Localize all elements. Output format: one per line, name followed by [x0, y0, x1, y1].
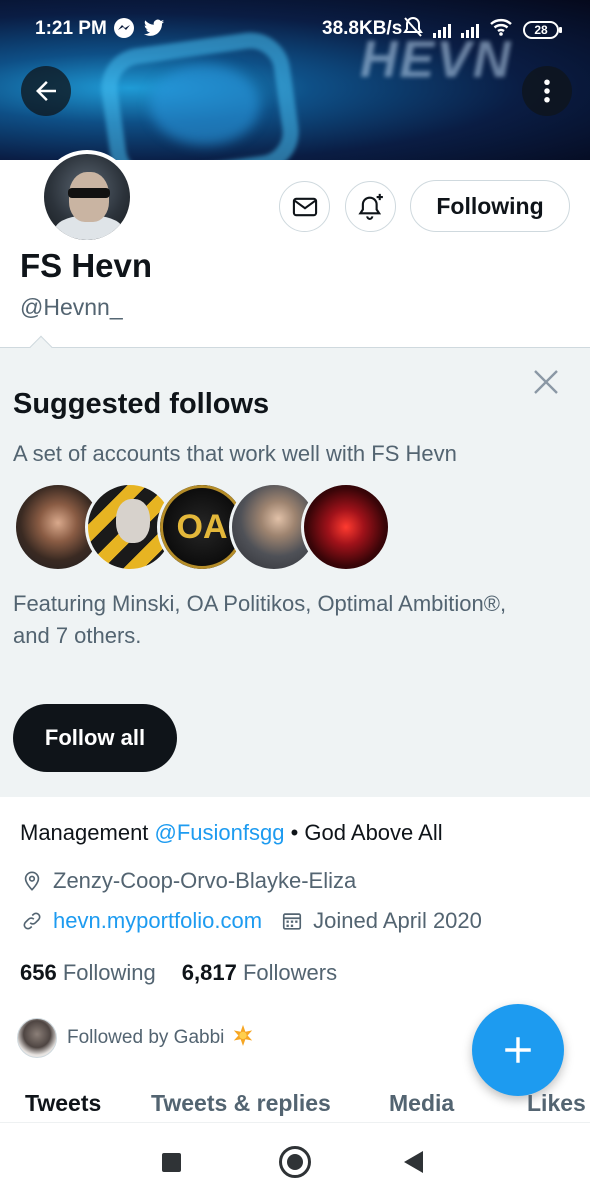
message-button[interactable]: [279, 181, 330, 232]
calendar-icon: [280, 909, 304, 933]
tab-media[interactable]: Media: [389, 1090, 454, 1117]
back-arrow-icon: [36, 81, 56, 101]
mail-icon: [292, 197, 317, 216]
suggested-follows-title: Suggested follows: [13, 388, 270, 420]
compose-tweet-button[interactable]: [472, 1004, 564, 1096]
follower-avatar: [17, 1018, 57, 1058]
tab-tweets[interactable]: Tweets: [25, 1090, 101, 1117]
system-nav-bar: [0, 1122, 590, 1200]
profile-handle: @Hevnn_: [20, 294, 123, 320]
profile-tabs: Tweets Tweets & replies Media Likes: [0, 1086, 590, 1122]
back-button[interactable]: [21, 66, 71, 116]
joined-text: Joined April 2020: [313, 908, 482, 933]
suggested-follows-card: Suggested follows A set of accounts that…: [0, 335, 590, 797]
bio-text: Management: [20, 820, 155, 845]
joined-date: Joined April 2020: [280, 908, 482, 934]
suggested-avatar: [301, 482, 391, 572]
profile-display-name: FS Hevn: [20, 247, 153, 284]
follow-all-button[interactable]: Follow all: [13, 704, 177, 772]
followers-count-link[interactable]: 6,817 Followers: [182, 960, 337, 986]
back-triangle-icon[interactable]: [404, 1151, 423, 1173]
following-count-link[interactable]: 656 Following: [20, 960, 156, 986]
following-count: 656: [20, 960, 57, 985]
location-text: Zenzy-Coop-Orvo-Blayke-Eliza: [53, 868, 357, 893]
profile-bio: Management @Fusionfsgg • God Above All: [20, 820, 443, 846]
wifi-icon: [489, 17, 513, 43]
location-pin-icon: [20, 869, 44, 893]
battery-icon: 28: [523, 21, 562, 39]
status-time: 1:21 PM: [35, 18, 107, 39]
followers-count: 6,817: [181, 960, 237, 985]
following-button[interactable]: Following: [410, 180, 570, 232]
following-label: Following: [62, 960, 156, 985]
recents-square-icon[interactable]: [162, 1153, 181, 1172]
notifications-button[interactable]: [345, 181, 396, 232]
dismiss-suggestions-button[interactable]: [530, 366, 562, 398]
featuring-text: Featuring Minski, OA Politikos, Optimal …: [13, 591, 507, 648]
home-circle-icon[interactable]: [279, 1146, 311, 1178]
star-emoji-icon: [232, 1024, 254, 1052]
website-link[interactable]: hevn.myportfolio.com: [53, 908, 262, 934]
banner-logo-glow: [150, 65, 260, 145]
signal-icon: [461, 22, 479, 38]
suggested-follows-subtitle: A set of accounts that work well with FS…: [13, 441, 457, 466]
plus-icon: [505, 1037, 531, 1063]
close-icon: [534, 370, 558, 394]
follow-counts: 656 Following 6,817 Followers: [20, 960, 337, 986]
followers-label: Followers: [242, 960, 338, 985]
more-options-button[interactable]: [522, 66, 572, 116]
followed-by-text: Followed by Gabbi: [67, 1027, 225, 1048]
twitter-icon: [143, 17, 165, 45]
bio-text: • God Above All: [284, 820, 443, 845]
bell-plus-icon: [357, 193, 383, 220]
link-icon: [20, 909, 44, 933]
mute-bell-icon: [403, 16, 423, 44]
followed-by-row[interactable]: Followed by Gabbi: [17, 1018, 254, 1058]
profile-avatar[interactable]: [40, 150, 134, 244]
network-speed: 38.8KB/s: [322, 18, 403, 39]
bio-mention-link[interactable]: @Fusionfsgg: [155, 820, 285, 845]
signal-icon: [433, 22, 451, 38]
suggested-avatars[interactable]: OA: [13, 482, 393, 574]
tab-tweets-replies[interactable]: Tweets & replies: [151, 1090, 331, 1117]
more-vertical-icon: [544, 79, 550, 103]
tab-likes[interactable]: Likes: [527, 1090, 586, 1117]
profile-location: Zenzy-Coop-Orvo-Blayke-Eliza: [20, 868, 356, 894]
status-bar: 1:21 PM 38.8KB/s 28: [0, 0, 590, 58]
messenger-icon: [113, 17, 135, 45]
profile-meta-row: hevn.myportfolio.com Joined April 2020: [20, 908, 482, 934]
